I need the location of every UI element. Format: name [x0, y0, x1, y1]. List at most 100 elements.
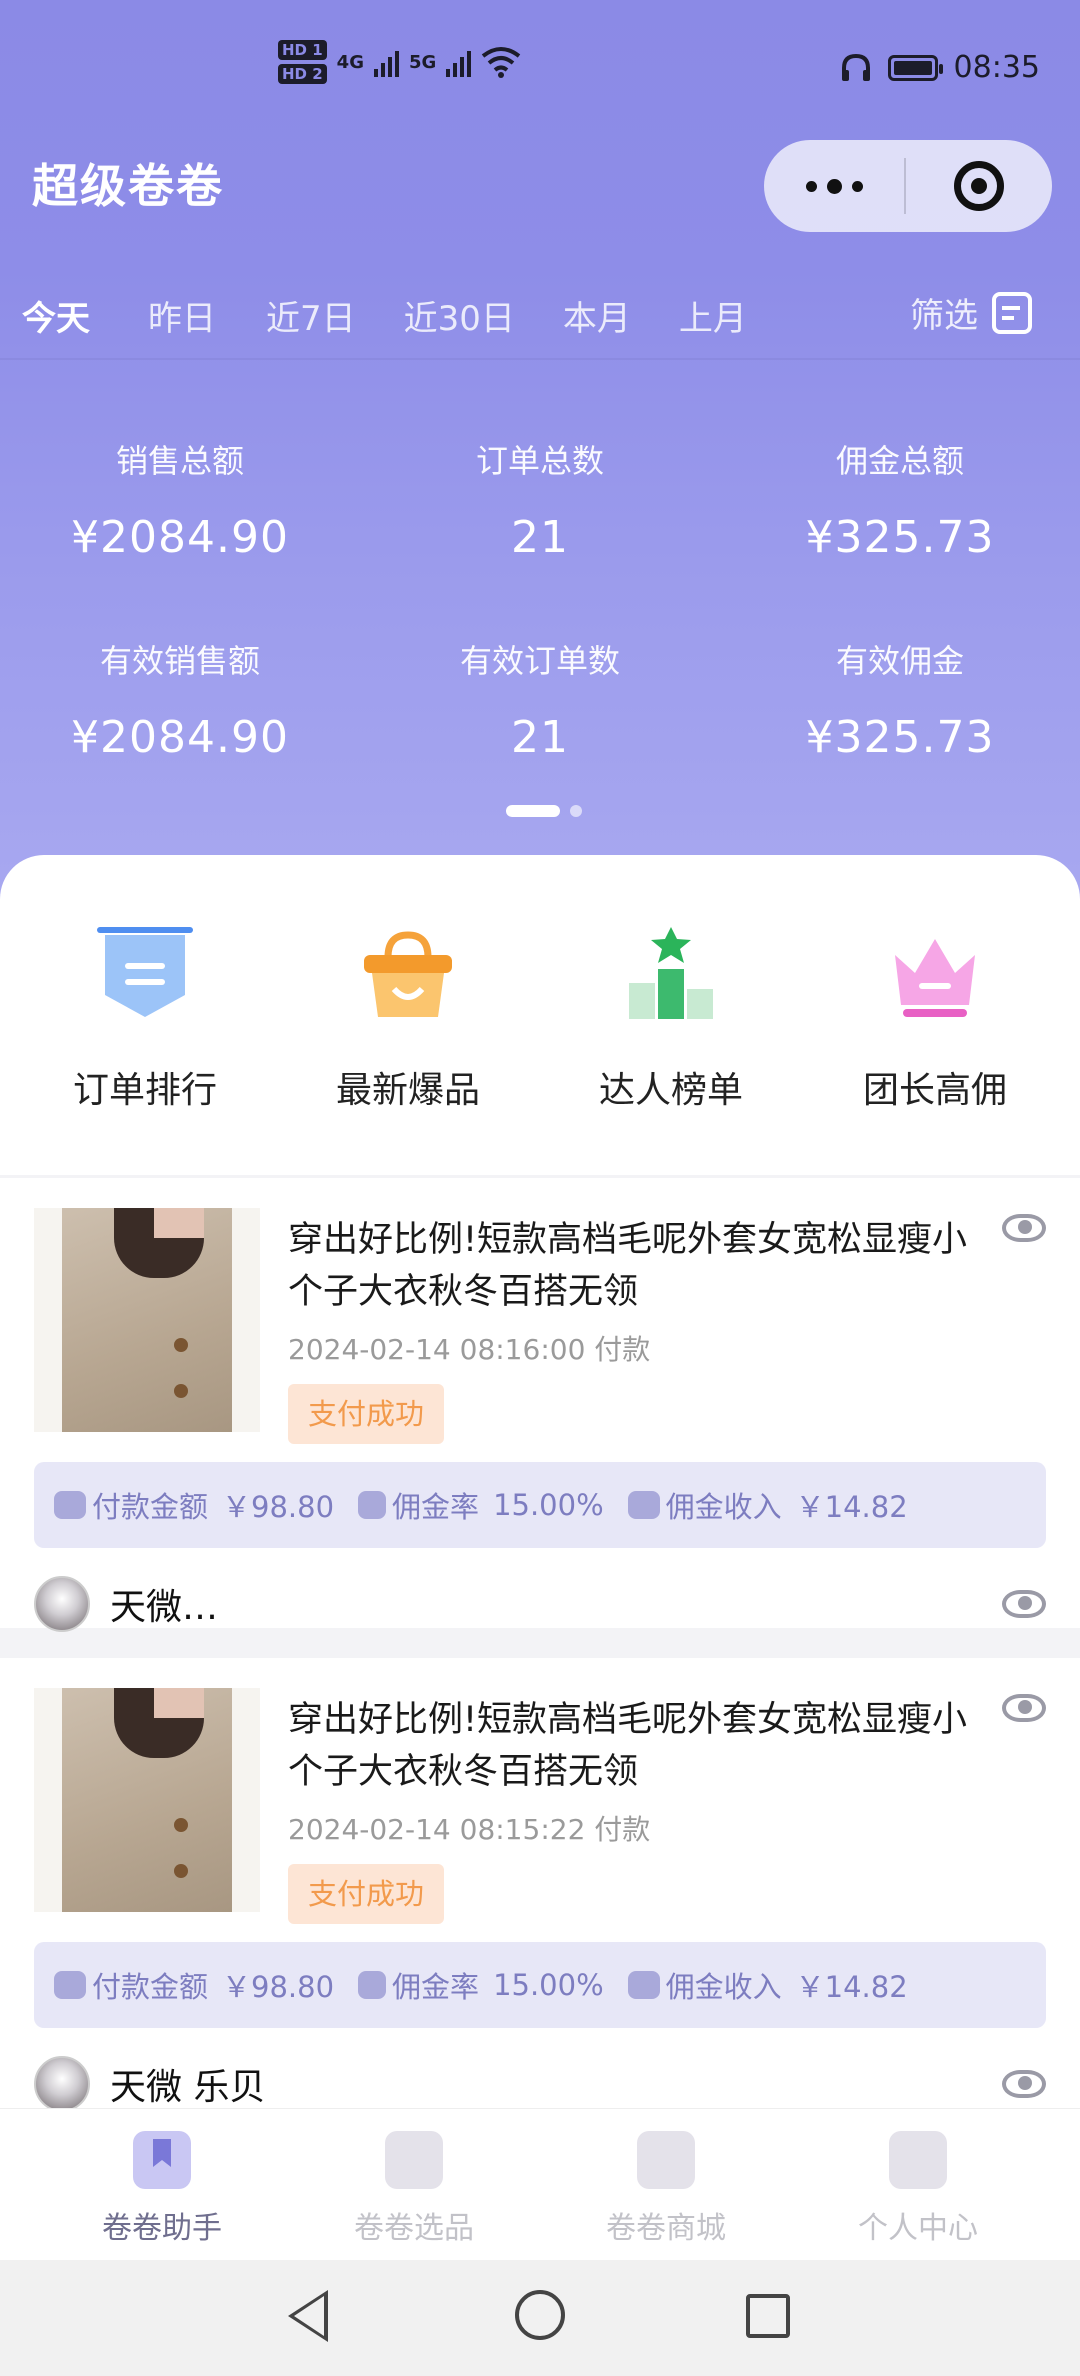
order-card[interactable]: 穿出好比例!短款高档毛呢外套女宽松显瘦小个子大衣秋冬百搭无领 2024-02-1… [0, 1178, 1080, 1632]
commission-rate: 佣金率 15.00% [358, 1964, 604, 2006]
stat-value: ¥325.73 [805, 512, 995, 563]
nav-assistant[interactable]: 卷卷助手 [36, 2109, 288, 2260]
pay-label: 付款金额 [92, 1490, 209, 1524]
tab-last-7-days[interactable]: 近7日 [266, 291, 356, 340]
rate-value: 15.00% [493, 1968, 604, 2002]
order-card[interactable]: 穿出好比例!短款高档毛呢外套女宽松显瘦小个子大衣秋冬百搭无领 2024-02-1… [0, 1658, 1080, 2112]
commission-income: 佣金收入 ￥14.82 [627, 1484, 908, 1526]
pay-label: 付款金额 [92, 1970, 209, 2004]
order-time: 2024-02-14 08:15:22 付款 [288, 1813, 651, 1846]
stat-sales-total: 销售总额 ¥2084.90 [0, 436, 360, 563]
income-label: 佣金收入 [665, 1970, 782, 2004]
tab-this-month[interactable]: 本月 [563, 291, 631, 340]
product-title: 穿出好比例!短款高档毛呢外套女宽松显瘦小个子大衣秋冬百搭无领 [288, 1700, 968, 1792]
page-indicator [506, 805, 582, 817]
stat-label: 有效销售额 [99, 642, 260, 680]
basket-icon [358, 925, 458, 1025]
stat-order-count: 订单总数 21 [360, 436, 720, 563]
percent-icon [358, 1971, 387, 1999]
eye-icon[interactable] [1002, 1214, 1046, 1242]
eye-icon[interactable] [1002, 1694, 1046, 1722]
crown-icon [885, 925, 985, 1025]
truck-icon [627, 1971, 660, 1999]
quick-action-label: 达人榜单 [598, 1070, 743, 1111]
stat-value: ¥2084.90 [71, 512, 289, 563]
quick-actions-card: 订单排行 最新爆品 达人榜单 团长高佣 [0, 855, 1080, 1175]
status-badge: 支付成功 [288, 1384, 445, 1444]
nav-label: 卷卷选品 [354, 2211, 474, 2246]
order-info-bar: 付款金额 ￥98.80 佣金率 15.00% 佣金收入 ￥14.82 [34, 1942, 1046, 2028]
more-dot-icon [851, 180, 863, 192]
buyer-name: 天微… [110, 1587, 219, 1628]
stat-value: 21 [511, 712, 569, 763]
tab-last-30-days[interactable]: 近30日 [404, 291, 515, 340]
battery-icon [887, 54, 943, 81]
order-time: 2024-02-14 08:16:00 付款 [288, 1333, 651, 1366]
status-left: HD 1 HD 2 4G 5G [278, 40, 521, 84]
stat-label: 订单总数 [475, 442, 604, 480]
stat-value: ¥325.73 [805, 712, 995, 763]
back-icon[interactable] [288, 2290, 328, 2342]
nav-profile[interactable]: 个人中心 [792, 2109, 1044, 2260]
target-icon [954, 161, 1004, 211]
more-menu-button[interactable] [764, 140, 904, 232]
bookmark-icon [133, 2131, 191, 2189]
quick-action-label: 订单排行 [72, 1070, 217, 1111]
buyer-info: 天微 乐贝 [34, 2056, 265, 2112]
more-dot-icon [826, 178, 842, 194]
store-icon [637, 2131, 695, 2189]
order-info-bar: 付款金额 ￥98.80 佣金率 15.00% 佣金收入 ￥14.82 [34, 1462, 1046, 1548]
podium-icon [621, 925, 721, 1025]
stat-label: 有效佣金 [835, 642, 964, 680]
pay-amount: 付款金额 ￥98.80 [54, 1484, 334, 1526]
commission-rate: 佣金率 15.00% [358, 1484, 604, 1526]
filter-icon [992, 291, 1032, 334]
rate-label: 佣金率 [392, 1490, 480, 1524]
filter-label: 筛选 [910, 296, 978, 336]
wifi-icon [482, 47, 521, 78]
filter-button[interactable]: 筛选 [910, 288, 1032, 337]
tab-last-month[interactable]: 上月 [679, 291, 747, 340]
recent-apps-icon[interactable] [746, 2294, 790, 2338]
signal-icon-2 [446, 47, 472, 77]
stat-value: 21 [511, 512, 569, 563]
network-label-1: 4G [336, 51, 364, 73]
status-bar: HD 1 HD 2 4G 5G 08:35 [0, 40, 1080, 110]
nav-mall[interactable]: 卷卷商城 [540, 2109, 792, 2260]
rate-label: 佣金率 [392, 1970, 480, 2004]
network-label-2: 5G [408, 51, 437, 73]
product-title: 穿出好比例!短款高档毛呢外套女宽松显瘦小个子大衣秋冬百搭无领 [288, 1220, 968, 1312]
avatar [34, 1576, 90, 1632]
home-icon[interactable] [515, 2290, 565, 2340]
app-title: 超级卷卷 [32, 159, 224, 213]
percent-icon [358, 1491, 387, 1519]
quick-action-label: 团长高佣 [862, 1070, 1007, 1111]
quick-action-order-ranking[interactable]: 订单排行 [10, 925, 280, 1113]
hd2-badge: HD 2 [278, 64, 327, 84]
bottom-tab-bar: 卷卷助手 卷卷选品 卷卷商城 个人中心 [0, 2108, 1080, 2260]
mini-program-capsule [764, 140, 1052, 232]
nav-product-selection[interactable]: 卷卷选品 [288, 2109, 540, 2260]
quick-action-hot-products[interactable]: 最新爆品 [273, 925, 543, 1113]
page-dot-active [506, 805, 560, 817]
tab-today[interactable]: 今天 [22, 291, 90, 340]
more-dot-icon [805, 180, 817, 192]
pay-amount: 付款金额 ￥98.80 [54, 1964, 334, 2006]
stat-valid-commission: 有效佣金 ¥325.73 [720, 636, 1080, 763]
page-dot [570, 805, 582, 817]
quick-action-influencer-ranking[interactable]: 达人榜单 [536, 925, 806, 1113]
nav-label: 卷卷商城 [606, 2211, 726, 2246]
quick-action-leader-commission[interactable]: 团长高佣 [800, 925, 1070, 1113]
close-mini-program-button[interactable] [906, 161, 1052, 211]
stat-label: 佣金总额 [835, 442, 964, 480]
eye-icon[interactable] [1002, 2070, 1046, 2098]
signal-icon [373, 47, 399, 77]
eye-icon[interactable] [1002, 1590, 1046, 1618]
stat-valid-sales: 有效销售额 ¥2084.90 [0, 636, 360, 763]
truck-icon [54, 1971, 86, 1999]
truck-icon [54, 1491, 86, 1519]
tab-yesterday[interactable]: 昨日 [148, 291, 216, 340]
status-badge: 支付成功 [288, 1864, 445, 1924]
headphone-icon [841, 53, 870, 81]
truck-icon [627, 1491, 660, 1519]
